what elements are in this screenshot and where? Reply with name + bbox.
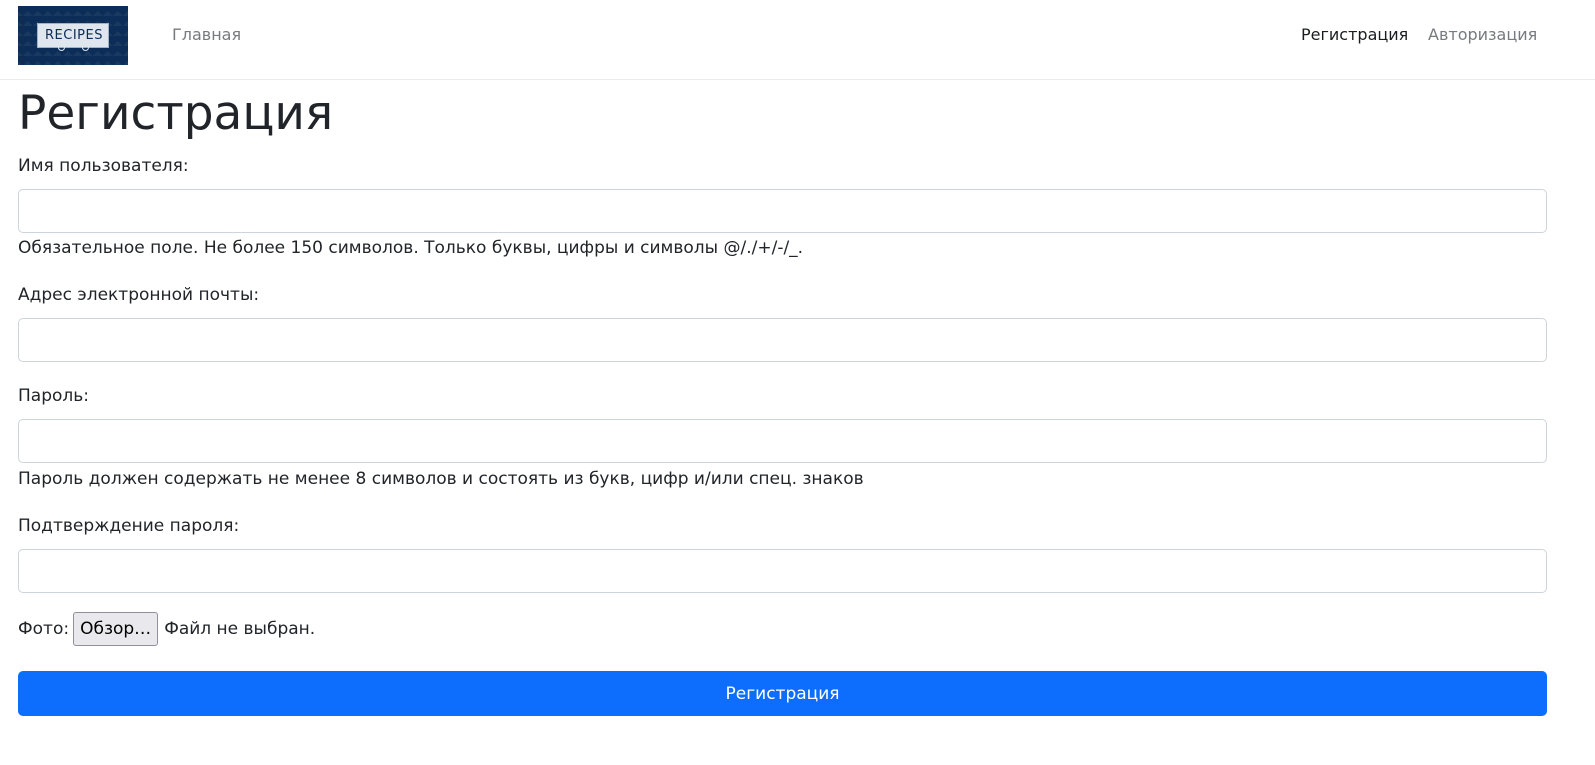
password-help-text: Пароль должен содержать не менее 8 симво… xyxy=(18,469,864,489)
password-confirm-input[interactable] xyxy=(18,549,1547,593)
photo-browse-button[interactable]: Обзор… xyxy=(73,612,159,646)
photo-label: Фото: xyxy=(18,619,70,639)
nav-register-link[interactable]: Регистрация xyxy=(1301,25,1408,45)
username-input[interactable] xyxy=(18,189,1547,233)
email-input[interactable] xyxy=(18,318,1547,362)
username-help-text: Обязательное поле. Не более 150 символов… xyxy=(18,238,804,258)
username-label: Имя пользователя: xyxy=(18,156,189,176)
logo-ornament-icon xyxy=(82,44,89,51)
password-label: Пароль: xyxy=(18,386,90,406)
email-label: Адрес электронной почты: xyxy=(18,285,260,305)
photo-field: Фото: Обзор… Файл не выбран. xyxy=(18,612,315,646)
logo-text: RECIPES xyxy=(45,28,103,43)
logo-ornament-icon xyxy=(58,44,65,51)
navbar: RECIPES Главная Регистрация Авторизация xyxy=(0,0,1595,80)
photo-file-status: Файл не выбран. xyxy=(164,619,316,639)
register-submit-button[interactable]: Регистрация xyxy=(18,671,1547,716)
nav-home-link[interactable]: Главная xyxy=(172,25,241,45)
password-input[interactable] xyxy=(18,419,1547,463)
password-confirm-label: Подтверждение пароля: xyxy=(18,516,240,536)
page-title: Регистрация xyxy=(18,86,334,141)
logo-plate: RECIPES xyxy=(37,23,109,48)
site-logo[interactable]: RECIPES xyxy=(18,6,128,65)
nav-login-link[interactable]: Авторизация xyxy=(1428,25,1537,45)
